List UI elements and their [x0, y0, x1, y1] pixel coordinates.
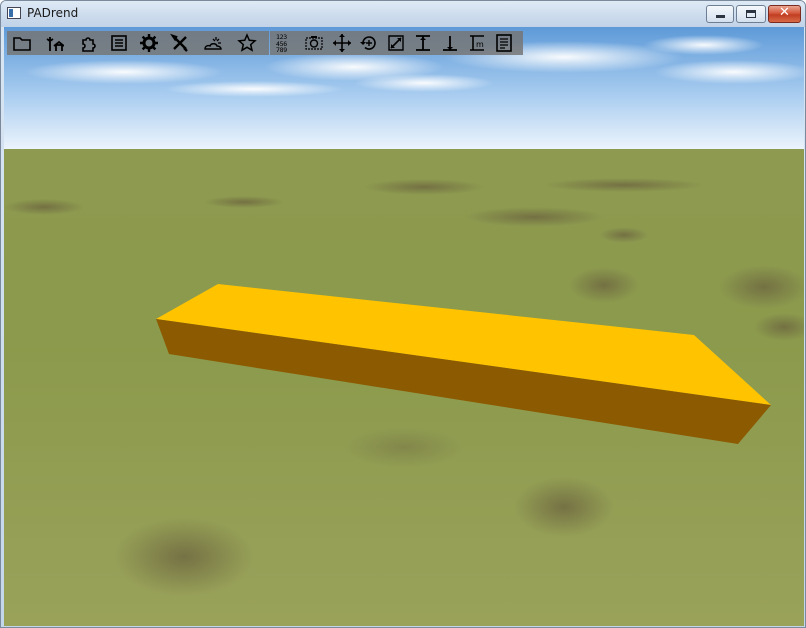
camera-view-button[interactable]: [304, 33, 324, 53]
main-toolbar: [7, 31, 269, 55]
number-grid-button[interactable]: 123 456 789: [275, 33, 295, 53]
transform-toolbar: 123 456 789 m: [270, 31, 523, 55]
close-button[interactable]: ✕: [768, 5, 801, 23]
anchor-icon: [443, 36, 457, 51]
sky-button[interactable]: [203, 33, 223, 53]
maximize-icon: [746, 10, 756, 18]
grid-row-3: 789: [276, 46, 287, 54]
plugin-puzzle-icon: [82, 37, 96, 52]
star-icon: [237, 33, 257, 52]
scene-render: [4, 27, 804, 626]
measure-unit-label: m: [476, 40, 484, 49]
rotate-icon: [360, 36, 376, 50]
app-window: PADrend ✕ 123 456 789 m: [0, 0, 806, 628]
settings-button[interactable]: [139, 33, 159, 53]
measure-m-icon: m: [470, 35, 484, 51]
favorites-button[interactable]: [237, 33, 257, 53]
window-title: PADrend: [27, 6, 79, 20]
folder-button[interactable]: [12, 33, 32, 53]
list-button[interactable]: [109, 33, 129, 53]
scene-tree-icon: [46, 37, 64, 51]
scale-button[interactable]: [386, 33, 406, 53]
properties-button[interactable]: [494, 33, 514, 53]
maximize-button[interactable]: [736, 5, 766, 23]
anchor-button[interactable]: [440, 33, 460, 53]
snap-top-button[interactable]: [413, 33, 433, 53]
minimize-button[interactable]: [706, 5, 734, 23]
scene-tree-button[interactable]: [44, 33, 64, 53]
move-arrows-icon: [333, 34, 351, 52]
gear-icon: [140, 34, 158, 52]
minimize-icon: [716, 15, 725, 18]
3d-viewport[interactable]: 123 456 789 m: [4, 27, 804, 626]
rotate-button[interactable]: [359, 33, 379, 53]
sky-sun-icon: [204, 37, 222, 50]
folder-icon: [13, 37, 31, 51]
scale-icon: [388, 35, 404, 51]
measure-button[interactable]: m: [467, 33, 487, 53]
move-button[interactable]: [332, 33, 352, 53]
list-document-icon: [111, 35, 127, 51]
number-grid-icon: 123 456 789: [276, 34, 296, 54]
close-icon: ✕: [779, 5, 790, 20]
plugin-button[interactable]: [79, 33, 99, 53]
snap-top-icon: [416, 35, 430, 51]
title-bar[interactable]: PADrend ✕: [1, 1, 805, 27]
properties-icon: [496, 34, 512, 52]
tools-button[interactable]: [170, 33, 190, 53]
tools-icon: [170, 33, 188, 52]
app-window-icon: [7, 7, 21, 19]
camera-view-icon: [305, 36, 323, 50]
